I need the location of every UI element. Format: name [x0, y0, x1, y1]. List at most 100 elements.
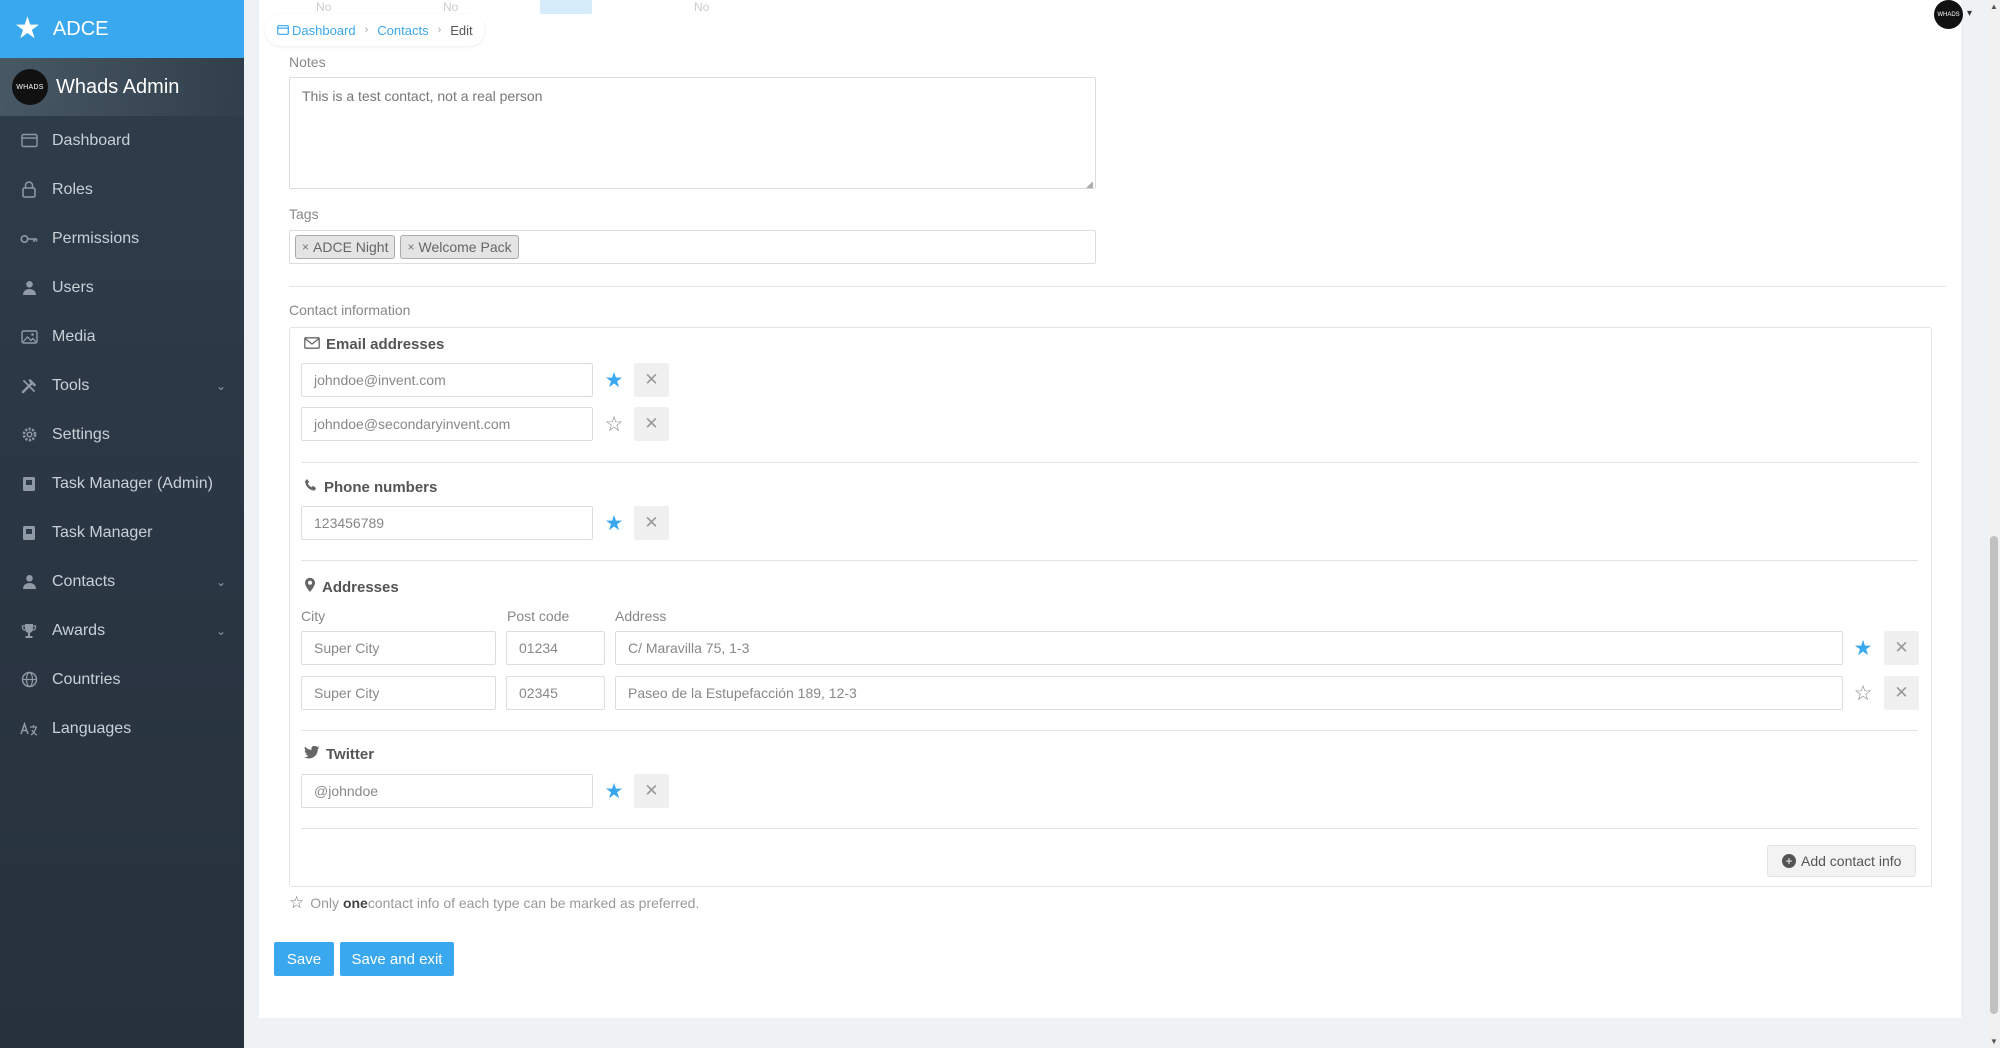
tags-label: Tags: [289, 206, 319, 222]
chevron-right-icon: ›: [437, 24, 442, 36]
sidebar-item-dashboard[interactable]: Dashboard: [0, 116, 244, 165]
gear-icon: [20, 426, 38, 444]
lock-icon: [20, 181, 38, 199]
note-suffix: contact info of each type can be marked …: [367, 895, 700, 911]
tags-input[interactable]: × ADCE Night × Welcome Pack: [289, 230, 1096, 264]
postcode-column-label: Post code: [507, 608, 570, 624]
sidebar-item-countries[interactable]: Countries: [0, 655, 244, 704]
city-column-label: City: [301, 608, 326, 624]
postcode-field[interactable]: 02345: [506, 676, 605, 710]
preferred-star-icon[interactable]: ★: [598, 363, 630, 397]
notes-textarea[interactable]: This is a test contact, not a real perso…: [289, 77, 1096, 189]
remove-button[interactable]: ✕: [634, 363, 669, 397]
postcode-field[interactable]: 01234: [506, 631, 605, 665]
add-contact-info-button[interactable]: + Add contact info: [1767, 845, 1917, 877]
book-icon: [20, 524, 38, 542]
preferred-star-icon[interactable]: ★: [1847, 631, 1879, 665]
scroll-down-icon[interactable]: ▼: [1990, 1037, 1998, 1046]
sidebar-item-label: Permissions: [52, 229, 140, 247]
star-logo-icon: ★: [14, 12, 41, 45]
save-and-exit-button[interactable]: Save and exit: [340, 942, 454, 976]
breadcrumb-contacts-link[interactable]: Contacts: [377, 23, 428, 38]
tag-remove-icon[interactable]: ×: [407, 240, 414, 254]
sidebar-item-label: Roles: [52, 180, 93, 198]
remove-button[interactable]: ✕: [1884, 631, 1919, 665]
sidebar-item-label: Contacts: [52, 572, 116, 590]
book-icon: [20, 475, 38, 493]
address-field[interactable]: C/ Maravilla 75, 1-3: [615, 631, 1843, 665]
twitter-field[interactable]: @johndoe: [301, 774, 593, 808]
sidebar-item-awards[interactable]: Awards ⌄: [0, 606, 244, 655]
section-title-text: Twitter: [326, 746, 375, 763]
breadcrumb: Dashboard › Contacts › Edit: [265, 14, 485, 46]
sidebar-item-label: Languages: [52, 719, 132, 737]
envelope-icon: [304, 336, 320, 353]
remove-button[interactable]: ✕: [634, 407, 669, 441]
ghost-text: No: [316, 0, 332, 14]
sidebar-item-task-manager[interactable]: Task Manager: [0, 508, 244, 557]
brand-bar[interactable]: ★ ADCE: [0, 0, 244, 58]
phone-section-title: Phone numbers: [304, 478, 437, 496]
tag-chip[interactable]: × ADCE Night: [295, 235, 396, 259]
map-pin-icon: [304, 577, 316, 597]
sidebar-item-media[interactable]: Media: [0, 312, 244, 361]
save-button[interactable]: Save: [274, 942, 334, 976]
tag-chip[interactable]: × Welcome Pack: [400, 235, 519, 259]
ghost-text: No: [443, 0, 459, 14]
dashboard-icon: [20, 132, 38, 150]
preferred-note: ☆ Only one contact info of each type can …: [289, 893, 699, 913]
brand-name: ADCE: [52, 17, 109, 40]
image-icon: [20, 328, 38, 346]
chevron-down-icon: ⌄: [215, 379, 226, 393]
twitter-section-title: Twitter: [304, 745, 375, 763]
chevron-right-icon: ›: [364, 24, 369, 36]
preferred-star-icon[interactable]: ★: [598, 774, 630, 808]
star-outline-icon[interactable]: ☆: [598, 407, 630, 441]
sidebar-item-languages[interactable]: Languages: [0, 704, 244, 753]
breadcrumb-dashboard-link[interactable]: Dashboard: [292, 23, 356, 38]
email-section-title: Email addresses: [304, 336, 444, 353]
user-menu-avatar[interactable]: WHADS: [1934, 0, 1963, 29]
breadcrumb-current: Edit: [450, 22, 473, 38]
phone-field[interactable]: 123456789: [301, 506, 593, 540]
star-outline-icon: ☆: [289, 893, 305, 912]
chevron-down-icon: ⌄: [215, 624, 226, 638]
tag-remove-icon[interactable]: ×: [302, 240, 309, 254]
sidebar-menu: Dashboard Roles Permissions Users Media …: [0, 116, 244, 753]
tag-label: Welcome Pack: [418, 239, 512, 255]
remove-button[interactable]: ✕: [634, 774, 669, 808]
address-column-label: Address: [615, 608, 667, 624]
add-contact-info-label: Add contact info: [1801, 853, 1902, 869]
city-field[interactable]: Super City: [301, 676, 496, 710]
remove-button[interactable]: ✕: [634, 506, 669, 540]
chevron-down-icon: ⌄: [215, 575, 226, 589]
email-field[interactable]: johndoe@secondaryinvent.com: [301, 407, 593, 441]
address-section-title: Addresses: [304, 577, 399, 597]
sidebar-item-roles[interactable]: Roles: [0, 165, 244, 214]
note-bold: one: [342, 895, 368, 911]
sidebar-item-permissions[interactable]: Permissions: [0, 214, 244, 263]
section-divider: [301, 560, 1918, 561]
sidebar-item-label: Awards: [52, 621, 106, 639]
resize-handle-icon: ◢: [1086, 179, 1093, 189]
scroll-up-icon[interactable]: ▲: [1990, 2, 1998, 11]
preferred-star-icon[interactable]: ★: [598, 506, 630, 540]
sidebar-item-users[interactable]: Users: [0, 263, 244, 312]
caret-down-icon[interactable]: ▾: [1967, 8, 1972, 19]
remove-button[interactable]: ✕: [1884, 676, 1919, 710]
sidebar-item-label: Users: [52, 278, 94, 296]
sidebar-item-contacts[interactable]: Contacts ⌄: [0, 557, 244, 606]
key-icon: [20, 230, 38, 248]
star-outline-icon[interactable]: ☆: [1847, 676, 1879, 710]
sidebar-item-label: Task Manager (Admin): [52, 474, 213, 492]
scrollbar-thumb[interactable]: [1990, 536, 1998, 1014]
sidebar-item-tools[interactable]: Tools ⌄: [0, 361, 244, 410]
user-panel[interactable]: WHADS Whads Admin: [0, 58, 244, 116]
email-field[interactable]: johndoe@invent.com: [301, 363, 593, 397]
city-field[interactable]: Super City: [301, 631, 496, 665]
sidebar-item-task-manager-admin[interactable]: Task Manager (Admin): [0, 459, 244, 508]
sidebar-item-label: Countries: [52, 670, 121, 688]
address-field[interactable]: Paseo de la Estupefacción 189, 12-3: [615, 676, 1843, 710]
section-divider: [301, 828, 1918, 829]
sidebar-item-settings[interactable]: Settings: [0, 410, 244, 459]
